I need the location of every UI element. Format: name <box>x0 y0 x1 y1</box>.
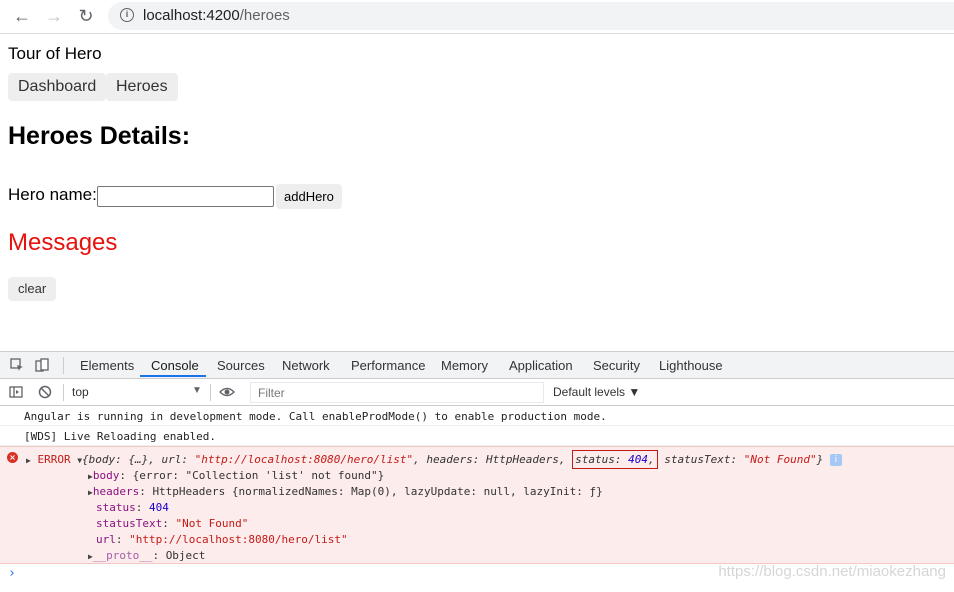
eye-icon[interactable] <box>219 385 235 400</box>
inspect-element-icon[interactable] <box>9 358 25 373</box>
summary-status-text: "Not Found" <box>743 453 817 466</box>
toolbar-divider <box>63 384 64 401</box>
add-hero-button[interactable]: addHero <box>276 184 342 209</box>
address-bar[interactable]: i localhost:4200/heroes <box>108 2 954 30</box>
nav-dashboard-link[interactable]: Dashboard <box>8 73 107 101</box>
error-label: ERROR <box>37 453 71 466</box>
watermark: https://blog.csdn.net/miaokezhang <box>718 563 946 580</box>
site-info-icon[interactable]: i <box>120 8 134 22</box>
error-body-row[interactable]: ▶body: {error: "Collection 'list' not fo… <box>88 469 384 482</box>
active-tab-indicator <box>140 375 206 377</box>
summary-url: "http://localhost:8080/hero/list" <box>194 453 414 466</box>
clear-button[interactable]: clear <box>8 277 57 301</box>
back-arrow-icon[interactable]: ← <box>10 5 34 27</box>
url-value: "http://localhost:8080/hero/list" <box>129 533 348 546</box>
hero-name-input[interactable] <box>97 186 274 207</box>
body-value: {error: "Collection 'list' not found"} <box>132 469 385 482</box>
context-selector[interactable]: top <box>72 385 89 399</box>
error-proto-row[interactable]: ▶__proto__: Object <box>88 549 205 562</box>
console-prompt[interactable]: › <box>8 566 16 581</box>
filter-input[interactable]: Filter <box>250 382 544 403</box>
sidebar-toggle-icon[interactable] <box>8 385 24 400</box>
tab-performance[interactable]: Performance <box>351 358 425 373</box>
chevron-down-icon[interactable]: ▼ <box>192 385 202 396</box>
browser-toolbar: ← → ↻ i localhost:4200/heroes <box>0 0 954 34</box>
tab-lighthouse[interactable]: Lighthouse <box>659 358 723 373</box>
details-heading: Heroes Details: <box>8 122 191 150</box>
tab-elements[interactable]: Elements <box>80 358 134 373</box>
tab-console[interactable]: Console <box>151 358 199 373</box>
error-url-row: url: "http://localhost:8080/hero/list" <box>96 533 348 546</box>
hero-name-label: Hero name: <box>8 185 97 204</box>
headers-value: HttpHeaders {normalizedNames: Map(0), la… <box>152 485 603 498</box>
status-text-value: "Not Found" <box>175 517 249 530</box>
url-text: localhost:4200/heroes <box>143 7 290 24</box>
url-path: /heroes <box>239 7 290 24</box>
tab-sources[interactable]: Sources <box>217 358 265 373</box>
status-value: 404 <box>149 501 169 514</box>
reload-icon[interactable]: ↻ <box>74 5 98 27</box>
nav-heroes-link[interactable]: Heroes <box>106 73 178 101</box>
error-header[interactable]: ▶ ERROR ▼{body: {…}, url: "http://localh… <box>26 450 842 469</box>
console-toolbar: top ▼ Filter Default levels ▼ <box>0 379 954 406</box>
device-toolbar-icon[interactable] <box>34 358 50 373</box>
toolbar-divider <box>210 384 211 401</box>
summary-status: 404 <box>628 453 648 466</box>
error-icon: × <box>7 452 18 463</box>
highlighted-status: status: 404, <box>572 450 658 469</box>
forward-arrow-icon[interactable]: → <box>42 5 66 27</box>
url-host: localhost:4200 <box>143 7 240 24</box>
toolbar-divider <box>63 357 64 374</box>
summary-body: {…} <box>128 453 149 466</box>
info-icon[interactable]: i <box>829 454 842 466</box>
error-headers-row[interactable]: ▶headers: HttpHeaders {normalizedNames: … <box>88 485 603 498</box>
error-status-text-row: statusText: "Not Found" <box>96 517 249 530</box>
console-log-line: Angular is running in development mode. … <box>0 406 954 426</box>
tab-application[interactable]: Application <box>509 358 573 373</box>
console-log-line: [WDS] Live Reloading enabled. <box>0 426 954 446</box>
log-levels-dropdown[interactable]: Default levels ▼ <box>553 385 640 399</box>
app-title: Tour of Hero <box>8 44 102 63</box>
console-error-entry: × ▶ ERROR ▼{body: {…}, url: "http://loca… <box>0 446 954 564</box>
tab-network[interactable]: Network <box>282 358 330 373</box>
tab-security[interactable]: Security <box>593 358 640 373</box>
messages-heading: Messages <box>8 229 118 256</box>
expand-triangle-icon[interactable]: ▶ <box>26 456 31 465</box>
proto-value: Object <box>165 549 206 562</box>
summary-headers: HttpHeaders <box>486 453 559 466</box>
clear-console-icon[interactable] <box>37 385 53 400</box>
error-status-row: status: 404 <box>96 501 169 514</box>
tab-memory[interactable]: Memory <box>441 358 488 373</box>
